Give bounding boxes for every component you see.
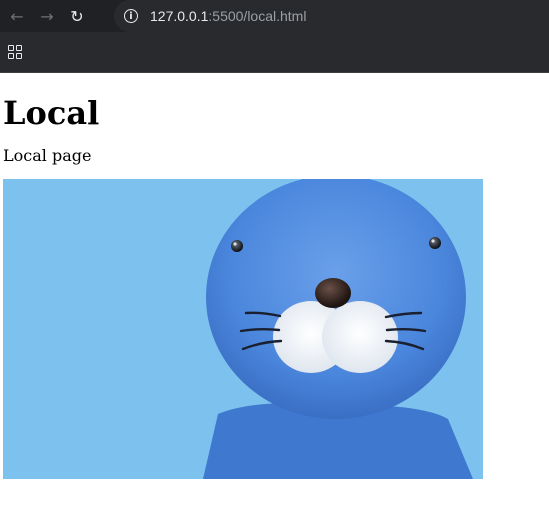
- site-info-icon[interactable]: i: [124, 9, 138, 23]
- seal-image: [3, 175, 483, 479]
- reload-icon[interactable]: ↻: [62, 0, 92, 32]
- forward-arrow-icon[interactable]: →: [32, 0, 62, 32]
- url-text[interactable]: 127.0.0.1:5500/local.html: [150, 8, 306, 24]
- bookmarks-bar: [0, 32, 549, 73]
- back-arrow-icon[interactable]: ←: [2, 0, 32, 32]
- address-bar[interactable]: i 127.0.0.1:5500/local.html: [114, 0, 549, 32]
- seal-right-eye: [429, 237, 441, 249]
- page-heading: Local: [3, 94, 100, 132]
- seal-illustration: [3, 175, 483, 479]
- seal-nose: [315, 278, 351, 308]
- seal-left-eye: [231, 240, 243, 252]
- browser-toolbar: ← → ↻ i 127.0.0.1:5500/local.html: [0, 0, 549, 32]
- apps-grid-icon[interactable]: [8, 45, 22, 59]
- page-paragraph: Local page: [3, 146, 92, 165]
- seal-muzzle-right: [322, 301, 398, 373]
- url-path: :5500/local.html: [208, 8, 307, 24]
- url-host: 127.0.0.1: [150, 8, 209, 24]
- page-content: Local Local page: [0, 95, 549, 479]
